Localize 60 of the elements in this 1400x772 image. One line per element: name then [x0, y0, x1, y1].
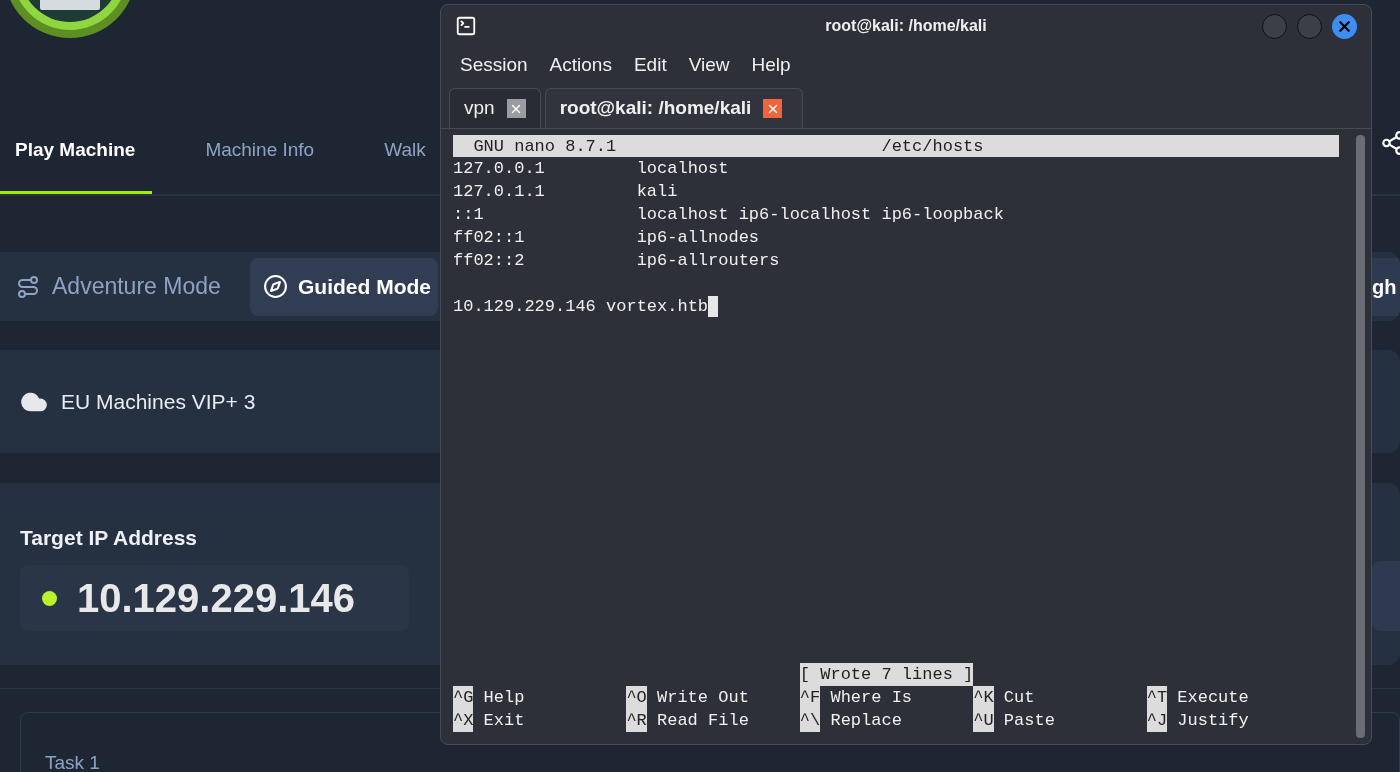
- shortcut-label: Paste: [1003, 710, 1055, 732]
- shortcut-key: ^\: [799, 709, 821, 732]
- shortcut-key: ^R: [626, 709, 647, 732]
- shortcut-key: ^O: [626, 686, 647, 709]
- window-title: root@kali: /home/kali: [825, 16, 987, 36]
- scrollbar[interactable]: [1356, 135, 1365, 738]
- menu-item[interactable]: View: [688, 50, 730, 80]
- host-names: localhost: [636, 158, 729, 180]
- shortcut-label: Cut: [1003, 687, 1035, 709]
- page-tab[interactable]: Walk: [369, 110, 443, 194]
- compass-icon: [263, 274, 288, 299]
- task-title: Task 1: [45, 752, 100, 772]
- route-icon: [16, 274, 40, 299]
- shortcut-key: ^F: [799, 686, 821, 709]
- menu-item[interactable]: Help: [751, 50, 791, 80]
- host-names: ip6-allnodes: [636, 227, 760, 249]
- shortcut-label: Replace: [830, 710, 902, 732]
- status-message: [ Wrote 7 lines ]: [799, 663, 974, 686]
- shortcut-label: Write Out: [657, 687, 749, 709]
- shortcut-key: ^G: [453, 686, 474, 709]
- vpn-server-name: EU Machines VIP+ 3: [61, 388, 256, 415]
- editor-app-name: GNU nano 8.7.1: [472, 136, 618, 157]
- host-names: localhost ip6-localhost ip6-loopback: [636, 204, 1004, 226]
- host-address: ff02::1: [453, 227, 526, 249]
- host-address: 127.0.0.1: [453, 158, 546, 180]
- host-names: ip6-allrouters: [636, 250, 780, 272]
- shortcut-key: ^T: [1146, 686, 1168, 709]
- shortcut-key: ^X: [453, 709, 474, 732]
- shortcut-label: Help: [483, 687, 525, 709]
- terminal-tab[interactable]: root@kali: /home/kali: [544, 88, 804, 128]
- host-address: ff02::2: [453, 250, 526, 272]
- host-entry-line: 10.129.229.146 vortex.htb: [453, 296, 709, 318]
- tab-close-icon[interactable]: [506, 99, 526, 118]
- menu-item[interactable]: Session: [460, 50, 528, 80]
- page-tab[interactable]: Play Machine: [0, 110, 153, 194]
- close-button[interactable]: [1332, 13, 1357, 39]
- menu-item[interactable]: Actions: [549, 50, 612, 80]
- mode-option[interactable]: Guided Mode: [250, 257, 438, 316]
- menu-item[interactable]: Edit: [633, 50, 667, 80]
- shortcut-label: Exit: [483, 710, 525, 732]
- terminal-icon: [455, 15, 477, 37]
- shortcut-label: Read File: [657, 710, 749, 732]
- terminal-tab[interactable]: vpn: [449, 88, 541, 128]
- target-heading: Target IP Address: [20, 524, 198, 551]
- host-address: ::1: [453, 204, 485, 226]
- mode-option[interactable]: Adventure Mode: [0, 257, 250, 316]
- tab-close-icon[interactable]: [763, 99, 783, 118]
- shortcut-label: Where Is: [830, 687, 913, 709]
- share-icon[interactable]: [1380, 130, 1400, 156]
- editor-file-name: /etc/hosts: [881, 136, 984, 157]
- shortcut-key: ^U: [973, 709, 994, 732]
- host-address: 127.0.1.1: [453, 181, 546, 203]
- ip-address: 10.129.229.146: [77, 575, 356, 622]
- shortcut-key: ^K: [973, 686, 994, 709]
- video-walkthrough-button[interactable]: gh: [1372, 257, 1400, 316]
- shortcut-label: Justify: [1177, 710, 1249, 732]
- shortcut-label: Execute: [1177, 687, 1249, 709]
- shortcut-key: ^J: [1146, 709, 1168, 732]
- page-tab[interactable]: Machine Info: [190, 110, 332, 194]
- host-names: kali: [636, 181, 678, 203]
